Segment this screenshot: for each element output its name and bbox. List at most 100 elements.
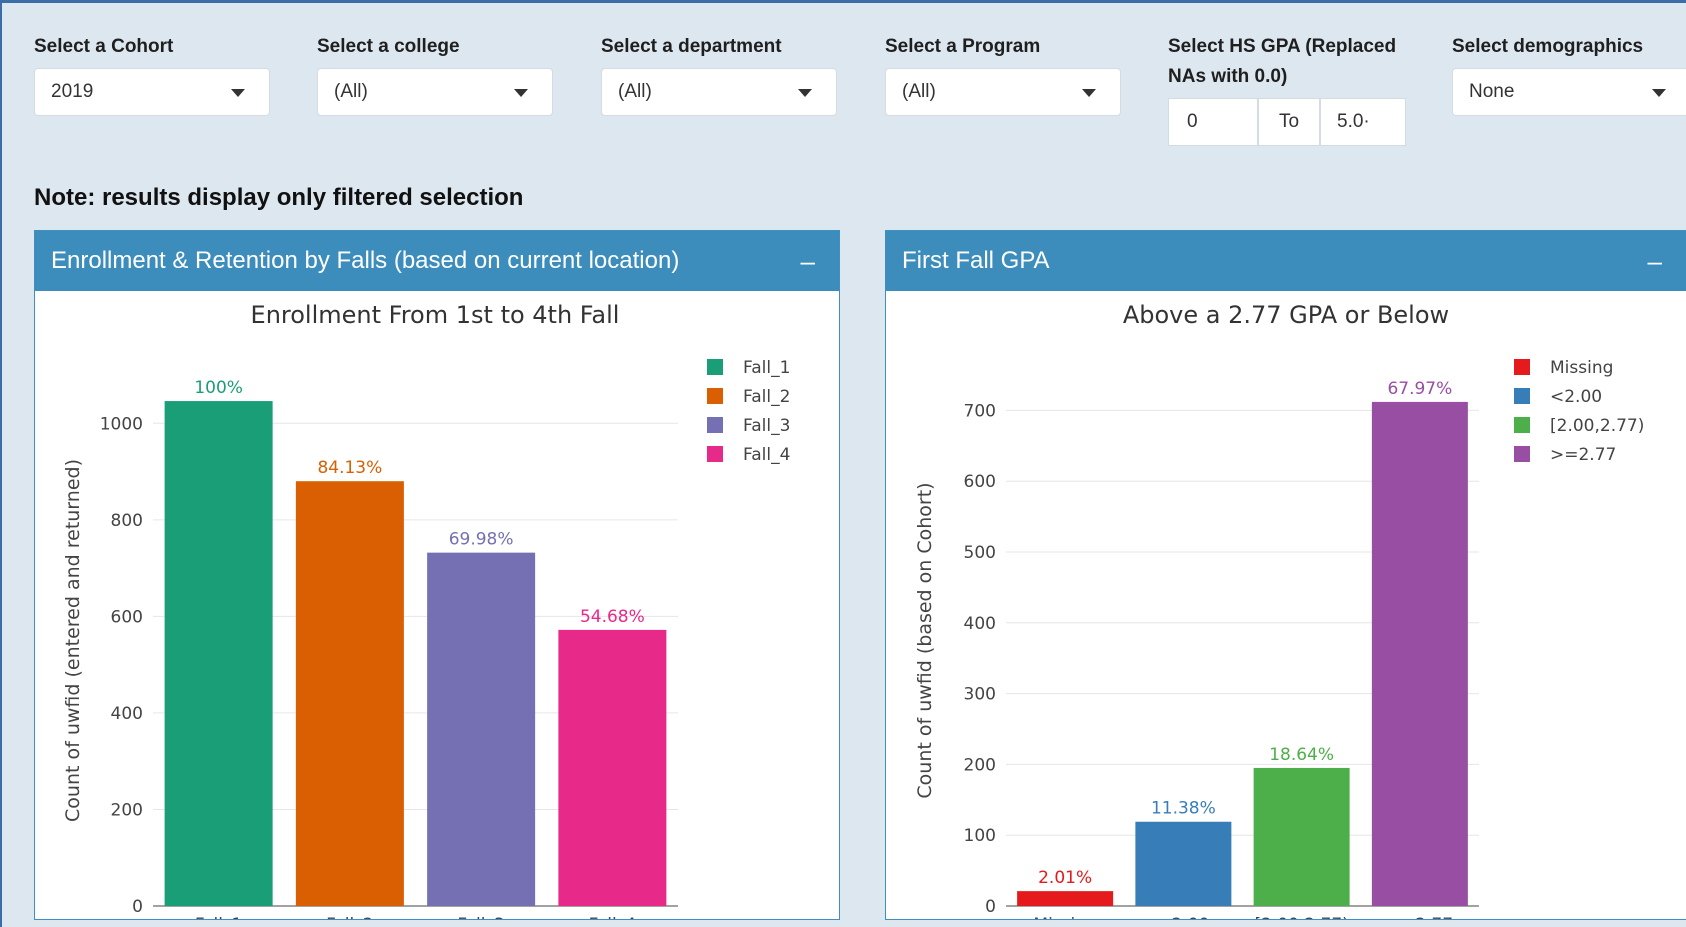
bar-<2.00 bbox=[1135, 821, 1232, 906]
legend-swatch bbox=[707, 417, 723, 433]
x-tick-label: [2.00,2.77) bbox=[1254, 915, 1348, 919]
y-tick-label: 600 bbox=[111, 607, 143, 627]
program-select[interactable]: (All) bbox=[885, 68, 1121, 116]
y-tick-label: 100 bbox=[964, 826, 996, 846]
enrollment-chart: Enrollment From 1st to 4th Fall 0 200 400 60… bbox=[62, 301, 790, 927]
bar-Fall_1 bbox=[164, 401, 273, 906]
y-tick-label: 200 bbox=[964, 755, 996, 775]
enrollment-panel-header: Enrollment & Retention by Falls (based o… bbox=[35, 231, 839, 291]
chart-title: Enrollment From 1st to 4th Fall bbox=[251, 301, 620, 329]
enrollment-panel-title: Enrollment & Retention by Falls (based o… bbox=[51, 247, 680, 274]
legend-label: Fall_1 bbox=[743, 358, 790, 378]
bar-[2.00,2.77) bbox=[1253, 767, 1350, 906]
hs-gpa-max-value: 5.0· bbox=[1337, 111, 1370, 132]
gpa-panel-title: First Fall GPA bbox=[902, 247, 1050, 274]
chevron-down-icon bbox=[798, 89, 812, 97]
data-label: 67.97% bbox=[1387, 379, 1452, 399]
minimize-icon[interactable]: – bbox=[801, 231, 815, 291]
y-tick-label: 0 bbox=[132, 897, 143, 917]
bar-Fall_4 bbox=[558, 629, 667, 906]
hs-gpa-max-input[interactable]: 5.0· bbox=[1320, 98, 1406, 146]
x-tick-label: Fall_2 bbox=[326, 915, 373, 919]
hs-gpa-label-line2: NAs with 0.0) bbox=[1168, 66, 1288, 87]
data-label: 69.98% bbox=[449, 530, 514, 550]
program-value: (All) bbox=[902, 81, 936, 102]
cohort-label: Select a Cohort bbox=[34, 36, 174, 57]
cohort-value: 2019 bbox=[51, 81, 94, 102]
demographics-filter: Select demographics bbox=[1452, 32, 1643, 62]
legend-swatch bbox=[1514, 388, 1530, 404]
data-label: 100% bbox=[194, 378, 243, 398]
hs-gpa-to-label: To bbox=[1278, 111, 1300, 132]
cohort-filter: Select a Cohort bbox=[34, 32, 173, 62]
hs-gpa-min-value: 0 bbox=[1187, 111, 1198, 132]
x-tick-label: Fall_3 bbox=[457, 915, 504, 919]
y-tick-label: 200 bbox=[111, 800, 143, 820]
legend-label: Fall_2 bbox=[743, 387, 790, 407]
y-axis-label: Count of uwfid (based on Cohort) bbox=[914, 482, 936, 798]
hs-gpa-filter: Select HS GPA (Replaced NAs with 0.0) bbox=[1168, 32, 1396, 92]
chart-title: Above a 2.77 GPA or Below bbox=[1123, 301, 1449, 329]
college-label: Select a college bbox=[317, 36, 460, 57]
x-tick-label: Fall_1 bbox=[195, 915, 242, 919]
bar-Missing bbox=[1017, 891, 1114, 906]
legend-swatch bbox=[1514, 359, 1530, 375]
legend-swatch bbox=[1514, 417, 1530, 433]
y-tick-label: 500 bbox=[964, 543, 996, 563]
demographics-value: None bbox=[1469, 81, 1515, 102]
college-value: (All) bbox=[334, 81, 368, 102]
y-tick-label: 300 bbox=[964, 685, 996, 705]
bar-Fall_3 bbox=[427, 552, 536, 906]
filter-note: Note: results display only filtered sele… bbox=[34, 184, 524, 211]
y-tick-label: 600 bbox=[964, 472, 996, 492]
college-select[interactable]: (All) bbox=[317, 68, 553, 116]
legend-label: Fall_3 bbox=[743, 416, 790, 436]
x-tick-label: Fall_4 bbox=[589, 915, 636, 919]
hs-gpa-to-separator: To bbox=[1258, 98, 1320, 146]
legend-label: <2.00 bbox=[1550, 387, 1602, 407]
bar->=2.77 bbox=[1371, 401, 1468, 906]
y-tick-label: 1000 bbox=[100, 414, 143, 434]
y-axis-label: Count of uwfid (entered and returned) bbox=[62, 459, 84, 822]
y-tick-label: 400 bbox=[111, 704, 143, 724]
y-tick-label: 400 bbox=[964, 614, 996, 634]
window-top-border bbox=[0, 0, 1686, 3]
department-filter: Select a department bbox=[601, 32, 782, 62]
y-tick-label: 800 bbox=[111, 511, 143, 531]
department-select[interactable]: (All) bbox=[601, 68, 837, 116]
legend-label: >=2.77 bbox=[1550, 445, 1616, 465]
minimize-icon[interactable]: – bbox=[1648, 231, 1662, 291]
legend-label: [2.00,2.77) bbox=[1550, 416, 1644, 436]
hs-gpa-min-input[interactable]: 0 bbox=[1168, 98, 1258, 146]
legend-swatch bbox=[707, 446, 723, 462]
y-tick-label: 0 bbox=[985, 897, 996, 917]
gpa-panel: First Fall GPA – Above a 2.77 GPA or Bel… bbox=[885, 230, 1686, 927]
data-label: 11.38% bbox=[1151, 799, 1216, 819]
program-filter: Select a Program bbox=[885, 32, 1040, 62]
x-tick-label: <2.00 bbox=[1157, 915, 1209, 919]
demographics-label: Select demographics bbox=[1452, 36, 1644, 57]
window-left-border bbox=[0, 0, 2, 927]
data-label: 84.13% bbox=[317, 458, 382, 478]
x-tick-label: >=2.77 bbox=[1387, 915, 1453, 919]
demographics-select[interactable]: None bbox=[1452, 68, 1686, 116]
enrollment-panel: Enrollment & Retention by Falls (based o… bbox=[34, 230, 840, 927]
legend-label: Fall_4 bbox=[743, 445, 790, 465]
legend-swatch bbox=[1514, 446, 1530, 462]
hs-gpa-label-line1: Select HS GPA (Replaced bbox=[1168, 36, 1397, 57]
legend-swatch bbox=[707, 388, 723, 404]
chevron-down-icon bbox=[514, 89, 528, 97]
legend-swatch bbox=[707, 359, 723, 375]
data-label: 18.64% bbox=[1269, 745, 1334, 765]
cohort-select[interactable]: 2019 bbox=[34, 68, 270, 116]
legend-label: Missing bbox=[1550, 358, 1613, 378]
program-label: Select a Program bbox=[885, 36, 1041, 57]
data-label: 2.01% bbox=[1038, 868, 1092, 888]
x-tick-label: Missing bbox=[1033, 915, 1096, 919]
chevron-down-icon bbox=[1652, 89, 1666, 97]
gpa-panel-header: First Fall GPA – bbox=[886, 231, 1686, 291]
y-tick-label: 700 bbox=[964, 401, 996, 421]
chevron-down-icon bbox=[231, 89, 245, 97]
data-label: 54.68% bbox=[580, 607, 645, 627]
college-filter: Select a college bbox=[317, 32, 460, 62]
